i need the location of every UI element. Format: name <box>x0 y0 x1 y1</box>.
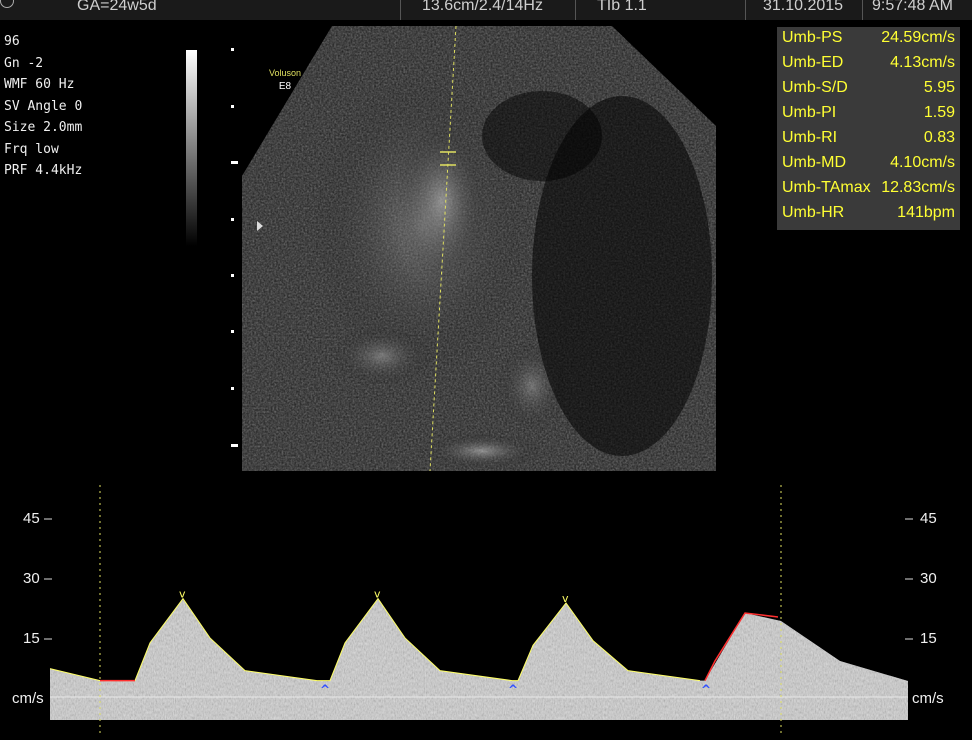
depth-tick <box>231 48 234 51</box>
probe-brand: Voluson <box>269 68 302 78</box>
measurement-label: Umb-S/D <box>782 79 848 96</box>
spectral-doppler[interactable]: v v v ^ ^ ^ <box>0 480 972 735</box>
depth-tick <box>231 387 234 390</box>
param-line: 96 <box>4 34 20 49</box>
grayscale-bar <box>186 50 197 246</box>
param-line: PRF 4.4kHz <box>4 163 83 178</box>
measurement-label: Umb-PI <box>782 104 837 121</box>
depth-tick <box>231 105 234 108</box>
measurement-row: Umb-HR 141bpm <box>777 203 960 228</box>
divider <box>400 0 401 20</box>
exam-time: 9:57:48 AM <box>872 0 953 14</box>
bmode-image[interactable] <box>242 26 716 471</box>
peak-systole-marker[interactable]: v <box>374 588 381 601</box>
measurement-label: Umb-HR <box>782 204 845 221</box>
divider <box>745 0 746 20</box>
measurement-value: 1.59 <box>923 104 955 121</box>
param-line: SV Angle 0 <box>4 98 83 114</box>
param-line: Size 2.0mm <box>4 120 83 135</box>
measurement-row: Umb-PS 24.59cm/s <box>777 28 960 53</box>
depth-frequency: 13.6cm/2.4/14Hz <box>422 0 543 14</box>
measurement-row: Umb-S/D 5.95 <box>777 78 960 103</box>
divider <box>862 0 863 20</box>
measurement-value: 141bpm <box>897 204 955 221</box>
end-diastole-marker[interactable]: ^ <box>508 683 518 697</box>
probe-label: Voluson E8 <box>269 67 301 93</box>
measurement-label: Umb-RI <box>782 129 838 146</box>
measurement-value: 4.10cm/s <box>890 154 955 171</box>
doppler-spectrum: v v v ^ ^ ^ <box>44 485 913 735</box>
thermal-index: TIb 1.1 <box>597 0 647 14</box>
end-diastole-marker[interactable]: ^ <box>320 683 330 697</box>
measurement-row: Umb-TAmax 12.83cm/s <box>777 178 960 203</box>
acquisition-parameters: 96 Gn -2 WMF 60 Hz SV Angle 0 Size 2.0mm… <box>4 31 82 182</box>
measurement-label: Umb-TAmax <box>782 179 871 196</box>
exam-date: 31.10.2015 <box>763 0 844 14</box>
depth-tick <box>231 330 234 333</box>
depth-tick <box>231 218 234 221</box>
measurement-value: 12.83cm/s <box>881 179 955 196</box>
depth-tick <box>231 161 238 164</box>
measurement-value: 5.95 <box>923 79 955 96</box>
focus-marker-icon <box>257 221 263 231</box>
ultrasound-image <box>242 26 716 471</box>
measurement-row: Umb-PI 1.59 <box>777 103 960 128</box>
gestational-age: GA=24w5d <box>77 0 157 14</box>
probe-orientation-icon <box>0 0 14 8</box>
measurement-value: 4.13cm/s <box>890 54 955 71</box>
probe-model: E8 <box>278 81 292 92</box>
depth-tick <box>231 444 238 447</box>
measurement-label: Umb-MD <box>782 154 846 171</box>
param-line: WMF 60 Hz <box>4 77 75 92</box>
status-bar: GA=24w5d 13.6cm/2.4/14Hz TIb 1.1 31.10.2… <box>0 0 972 20</box>
depth-tick <box>231 274 234 277</box>
measurement-label: Umb-ED <box>782 54 844 71</box>
measurement-panel: Umb-PS 24.59cm/s Umb-ED 4.13cm/s Umb-S/D… <box>777 27 960 230</box>
measurement-row: Umb-RI 0.83 <box>777 128 960 153</box>
measurement-value: 24.59cm/s <box>881 29 955 46</box>
measurement-row: Umb-MD 4.10cm/s <box>777 153 960 178</box>
param-line: Frq low <box>4 141 59 157</box>
divider <box>575 0 576 20</box>
param-line: Gn -2 <box>4 55 44 71</box>
measurement-value: 0.83 <box>923 129 955 146</box>
end-diastole-marker[interactable]: ^ <box>701 683 711 697</box>
peak-systole-marker[interactable]: v <box>179 588 186 601</box>
measurement-label: Umb-PS <box>782 29 843 46</box>
peak-systole-marker[interactable]: v <box>562 592 569 605</box>
measurement-row: Umb-ED 4.13cm/s <box>777 53 960 78</box>
